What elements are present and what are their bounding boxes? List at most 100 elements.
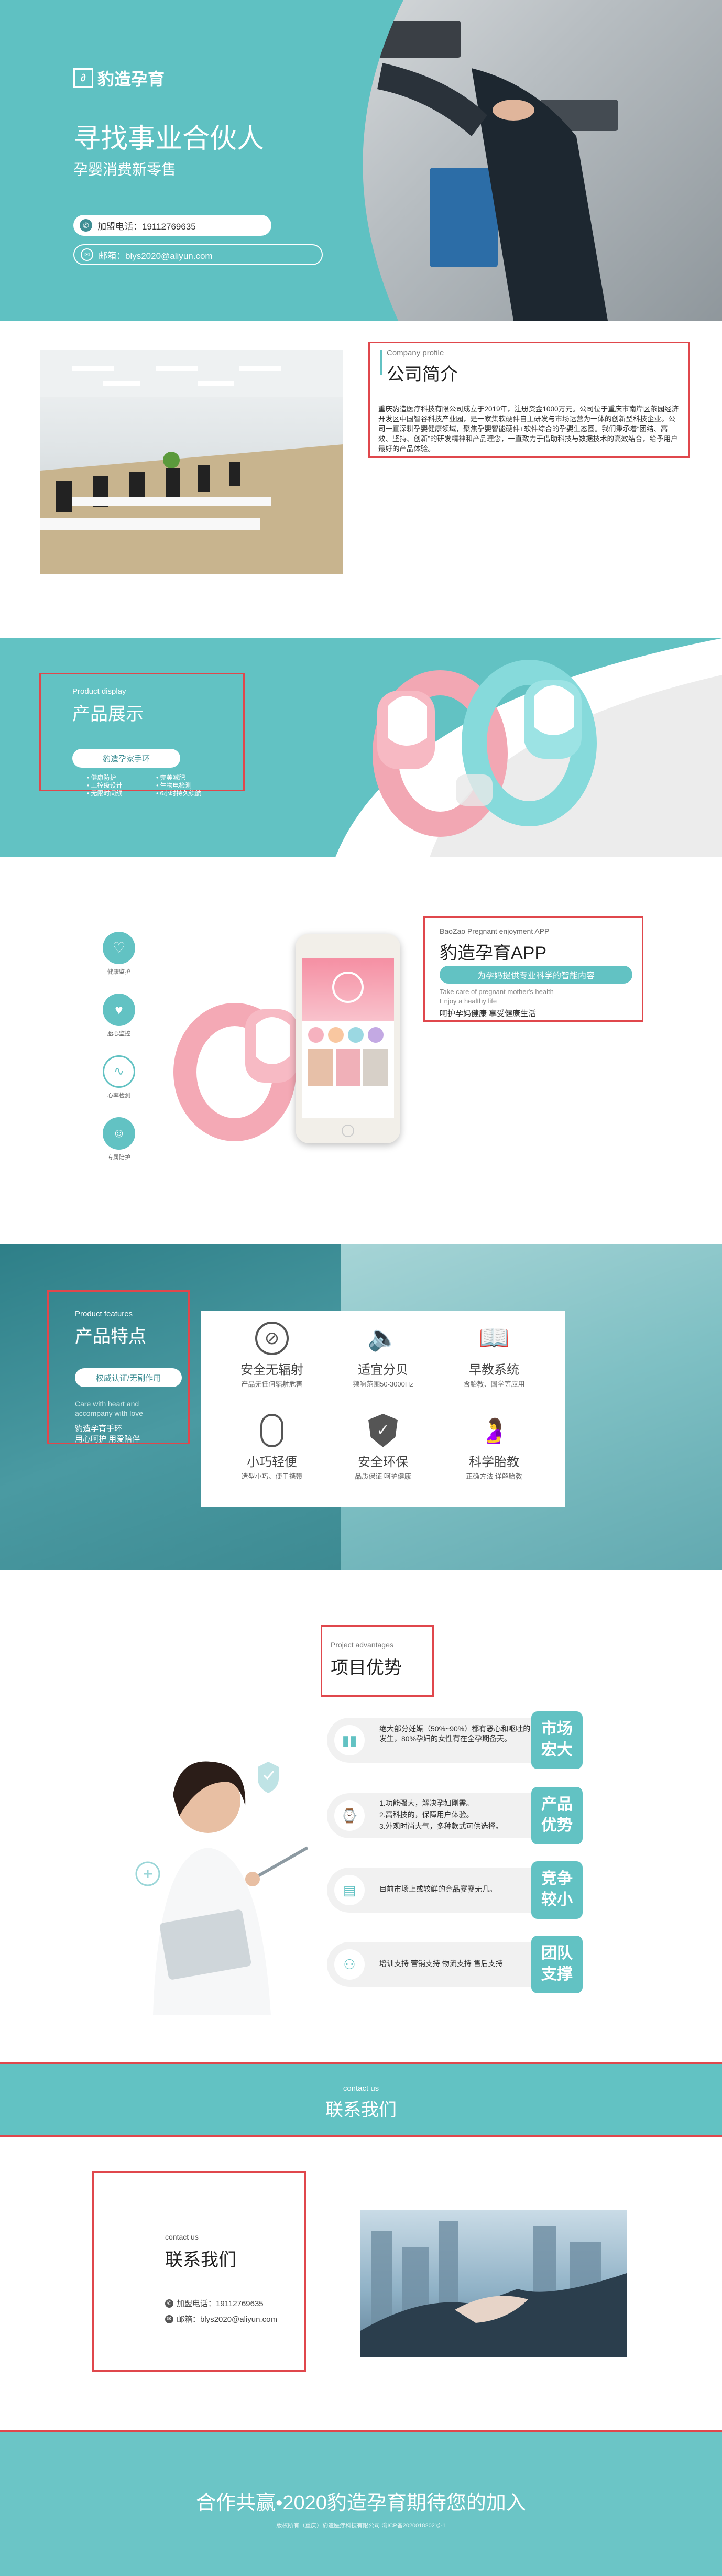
badge-line: 支撑 <box>541 1966 573 1983</box>
company-en-label: Company profile <box>387 348 444 357</box>
advantage-text: 1.功能强大，解决孕妇刚需。 2.高科技的，保障用户体验。 3.外观时尚大气，多… <box>379 1799 503 1830</box>
contact-phone-line[interactable]: ✆ 加盟电话：19112769635 <box>165 2298 264 2309</box>
company-section: Company profile 公司简介 重庆豹造医疗科技有限公司成立于2019… <box>0 321 722 638</box>
app-section: ♡ 健康监护 ♥ 胎心监控 ∿ 心率检测 ☺ 专属陪护 BaoZao Pregn… <box>0 857 722 1244</box>
display-button-label: 豹造孕家手环 <box>102 754 150 763</box>
feature-cell: ✓ 安全环保 品质保证 呵护健康 <box>333 1414 433 1481</box>
phone-mockup <box>296 934 400 1143</box>
feature-title: 适宜分贝 <box>358 1363 408 1377</box>
advantage-badge: 产品 优势 <box>531 1787 583 1844</box>
features-card: Product features 产品特点 权威认证/无副作用 Care wit… <box>47 1290 190 1444</box>
feature-cell: 🔈 适宜分贝 频响范围50-3000Hz <box>333 1322 433 1389</box>
features-section: Product features 产品特点 权威认证/无副作用 Care wit… <box>0 1244 722 1570</box>
company-profile-card: Company profile 公司简介 重庆豹造医疗科技有限公司成立于2019… <box>368 342 690 458</box>
hero-email-text: 邮箱：blys2020@aliyun.com <box>99 250 213 261</box>
home-button[interactable] <box>342 1125 354 1137</box>
feature-sub: 含胎教、国学等应用 <box>463 1380 525 1388</box>
contact-banner-en: contact us <box>343 2084 379 2093</box>
feature-title: 科学胎教 <box>469 1455 519 1469</box>
company-body: 重庆豹造医疗科技有限公司成立于2019年，注册资金1000万元。公司位于重庆市南… <box>378 405 679 453</box>
features-en-label: Product features <box>75 1309 133 1318</box>
contact-email-line[interactable]: ✉ 邮箱：blys2020@aliyun.com <box>165 2313 277 2324</box>
contact-email-text: 邮箱：blys2020@aliyun.com <box>177 2315 277 2324</box>
badge-line: 较小 <box>541 1891 573 1908</box>
logo[interactable]: ∂ 豹造孕育 <box>73 66 165 90</box>
logo-text: 豹造孕育 <box>97 70 165 89</box>
doctor-image <box>135 1761 309 2015</box>
features-desc2: 用心呵护 用爱陪伴 <box>75 1435 140 1444</box>
book-icon: 📖 <box>478 1324 510 1352</box>
product-display-card: Product display 产品展示 豹造孕家手环 • 健康防护 • 工控级… <box>39 673 245 797</box>
bracelet-pair-image <box>373 660 597 837</box>
advantage-row: ⌚ 1.功能强大，解决孕妇刚需。 2.高科技的，保障用户体验。 3.外观时尚大气… <box>327 1787 583 1844</box>
hero-phone-pill[interactable]: ✆ 加盟电话：19112769635 <box>73 215 271 236</box>
app-en-sub1: Take care of pregnant mother's health <box>440 988 554 996</box>
app-tag: 为孕妈提供专业科学的智能内容 <box>440 966 632 984</box>
phone-icon: ✆ <box>165 2299 173 2308</box>
display-features-left: • 健康防护 • 工控级设计 • 无限时间线 <box>87 774 123 798</box>
feature-item: • 无限时间线 <box>87 790 123 797</box>
display-en-label: Product display <box>72 687 126 696</box>
advantages-title-card: Project advantages 项目优势 <box>321 1625 434 1697</box>
badge-line: 产品 <box>541 1796 573 1813</box>
advantages-en-label: Project advantages <box>331 1641 393 1649</box>
email-icon: ✉ <box>165 2315 173 2323</box>
office-photo <box>40 350 343 574</box>
advantage-row: ⚇ 培训支持 营销支持 物流支持 售后支持 团队 支撑 <box>327 1936 583 1993</box>
logo-icon: ∂ <box>73 68 93 88</box>
app-feature-label: 专属陪护 <box>107 1154 130 1161</box>
features-button-label: 权威认证/无副作用 <box>95 1373 161 1383</box>
advantages-title: 项目优势 <box>331 1658 402 1678</box>
feature-sub: 频响范围50-3000Hz <box>353 1380 413 1388</box>
advantage-text-box: ⌚ 1.功能强大，解决孕妇刚需。 2.高科技的，保障用户体验。 3.外观时尚大气… <box>327 1793 537 1838</box>
app-title: 豹造孕育APP <box>440 943 547 963</box>
app-feature-label: 胎心监控 <box>107 1031 130 1037</box>
feature-title: 小巧轻便 <box>247 1455 297 1469</box>
advantage-text-box: ⚇ 培训支持 营销支持 物流支持 售后支持 <box>327 1942 537 1987</box>
hero-subtitle: 孕婴消费新零售 <box>73 161 177 178</box>
feature-cell: 🤰 科学胎教 正确方法 详解胎教 <box>444 1414 544 1481</box>
hero-email-pill[interactable]: ✉ 邮箱：blys2020@aliyun.com <box>73 244 323 265</box>
hero-title: 寻找事业合伙人 <box>73 124 265 154</box>
speaker-icon: 🔈 <box>367 1324 399 1352</box>
company-title: 公司简介 <box>387 365 458 385</box>
display-product-button[interactable]: 豹造孕家手环 <box>72 749 180 768</box>
app-feature: ∿ 心率检测 <box>95 1055 143 1099</box>
contact-card: contact us 联系我们 ✆ 加盟电话：19112769635 ✉ 邮箱：… <box>92 2171 306 2372</box>
shield-check-icon: ✓ <box>368 1414 398 1447</box>
app-tag-text: 为孕妈提供专业科学的智能内容 <box>477 972 595 980</box>
feature-sub: 正确方法 详解胎教 <box>466 1472 522 1480</box>
heart-rate-icon: ∿ <box>103 1055 135 1088</box>
features-desc1: 豹造孕育手环 <box>75 1424 123 1433</box>
app-feature-label: 心率检测 <box>107 1093 130 1099</box>
advantage-text: 目前市场上或较鲜的竞品寥寥无几。 <box>379 1885 497 1893</box>
app-info-card: BaoZao Pregnant enjoyment APP 豹造孕育APP 为孕… <box>423 916 643 1022</box>
product-display-section: Product display 产品展示 豹造孕家手环 • 健康防护 • 工控级… <box>0 638 722 857</box>
footer-section: 合作共赢•2020豹造孕育期待您的加入 版权所有（重庆）豹造医疗科技有限公司 渝… <box>0 2430 722 2576</box>
features-en-sub1: Care with heart and <box>75 1400 139 1408</box>
handshake-photo <box>360 2210 627 2357</box>
features-cert-button[interactable]: 权威认证/无副作用 <box>75 1368 182 1387</box>
phone-screen <box>302 958 394 1118</box>
email-icon: ✉ <box>81 248 93 261</box>
advantages-section: Project advantages 项目优势 ▮▮ 绝大部分妊娠（50%~90… <box>0 1570 722 2062</box>
advantage-badge: 竞争 较小 <box>531 1861 583 1919</box>
feature-cell: 📖 早教系统 含胎教、国学等应用 <box>444 1322 544 1389</box>
bracelet-icon: ⌚ <box>334 1800 365 1831</box>
bracelet-icon <box>260 1414 283 1447</box>
advantage-badge: 市场 宏大 <box>531 1711 583 1769</box>
feature-title: 安全无辐射 <box>240 1363 303 1377</box>
display-features-right: • 完美减肥 • 生物电检测 • 6小时持久续航 <box>156 774 201 798</box>
hero-section: ∂ 豹造孕育 寻找事业合伙人 孕婴消费新零售 ✆ 加盟电话：1911276963… <box>0 0 722 321</box>
app-feature: ♥ 胎心监控 <box>95 994 143 1038</box>
no-radiation-icon: ⊘ <box>255 1322 289 1355</box>
advantage-row: ▮▮ 绝大部分妊娠（50%~90%）都有恶心和呕吐的发生，80%孕妇的女性有在全… <box>327 1711 583 1769</box>
app-desc: 呵护孕妈健康 享受健康生活 <box>440 1009 537 1018</box>
chart-bar-icon: ▮▮ <box>334 1725 365 1755</box>
badge-line: 宏大 <box>541 1741 573 1759</box>
badge-line: 团队 <box>541 1945 573 1962</box>
contact-banner-title: 联系我们 <box>325 2100 397 2120</box>
badge-line: 竞争 <box>541 1870 573 1887</box>
advantage-text: 培训支持 营销支持 物流支持 售后支持 <box>379 1959 503 1968</box>
contact-phone-text: 加盟电话：19112769635 <box>177 2299 264 2308</box>
